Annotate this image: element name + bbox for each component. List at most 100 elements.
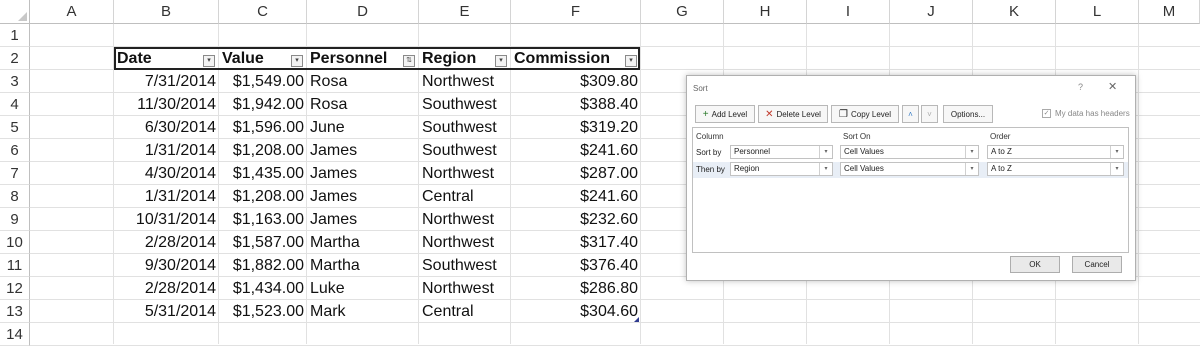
column-header-e[interactable]: E [419,0,511,24]
cell-date[interactable]: 5/31/2014 [114,300,219,323]
column-header-i[interactable]: I [807,0,890,24]
cell-date[interactable]: 7/31/2014 [114,70,219,93]
filter-dropdown-icon[interactable]: ▾ [625,55,637,67]
row-header-4[interactable]: 4 [0,93,30,116]
cell-commission[interactable]: $286.80 [511,277,641,300]
cell-commission[interactable]: $241.60 [511,139,641,162]
column-header-h[interactable]: H [724,0,807,24]
column-header-l[interactable]: L [1056,0,1139,24]
cell-value[interactable]: $1,596.00 [219,116,307,139]
cell-value[interactable]: $1,208.00 [219,185,307,208]
column-header-d[interactable]: D [307,0,419,24]
row-header-2[interactable]: 2 [0,47,30,70]
cell-date[interactable]: 6/30/2014 [114,116,219,139]
column-header-a[interactable]: A [30,0,114,24]
order-select[interactable]: A to Z ▾ [987,162,1124,176]
filter-dropdown-icon[interactable]: ▾ [291,55,303,67]
row-header-3[interactable]: 3 [0,70,30,93]
table-header-commission[interactable]: Commission [511,47,641,70]
cell-value[interactable]: $1,587.00 [219,231,307,254]
options-button[interactable]: Options... [943,105,993,123]
cell-commission[interactable]: $309.80 [511,70,641,93]
cell-commission[interactable]: $376.40 [511,254,641,277]
row-header-12[interactable]: 12 [0,277,30,300]
filter-dropdown-icon[interactable]: ▾ [203,55,215,67]
cell-commission[interactable]: $304.60 [511,300,641,323]
column-header-b[interactable]: B [114,0,219,24]
cell-region[interactable]: Southwest [419,93,511,116]
row-header-14[interactable]: 14 [0,323,30,346]
cell-date[interactable]: 2/28/2014 [114,231,219,254]
order-select[interactable]: A to Z ▾ [987,145,1124,159]
cell-personnel[interactable]: Rosa [307,70,419,93]
headers-checkbox[interactable]: ✓ [1042,109,1051,118]
cell-region[interactable]: Northwest [419,208,511,231]
cell-region[interactable]: Central [419,185,511,208]
close-icon[interactable]: ✕ [1108,80,1117,93]
cell-personnel[interactable]: Mark [307,300,419,323]
row-header-7[interactable]: 7 [0,162,30,185]
table-resize-handle[interactable] [634,317,639,322]
row-header-13[interactable]: 13 [0,300,30,323]
cell-commission[interactable]: $319.20 [511,116,641,139]
column-select[interactable]: Personnel ▾ [730,145,833,159]
move-down-button[interactable]: ˅ [921,105,938,123]
cell-value[interactable]: $1,163.00 [219,208,307,231]
column-header-m[interactable]: M [1139,0,1200,24]
cell-region[interactable]: Northwest [419,70,511,93]
cell-region[interactable]: Northwest [419,277,511,300]
cell-date[interactable]: 9/30/2014 [114,254,219,277]
move-up-button[interactable]: ˄ [902,105,919,123]
cell-date[interactable]: 2/28/2014 [114,277,219,300]
cell-value[interactable]: $1,435.00 [219,162,307,185]
row-header-11[interactable]: 11 [0,254,30,277]
cell-personnel[interactable]: June [307,116,419,139]
row-header-8[interactable]: 8 [0,185,30,208]
cell-personnel[interactable]: James [307,162,419,185]
cell-personnel[interactable]: James [307,208,419,231]
cell-personnel[interactable]: Martha [307,254,419,277]
ok-button[interactable]: OK [1010,256,1060,273]
cell-personnel[interactable]: James [307,185,419,208]
column-select[interactable]: Region ▾ [730,162,833,176]
cancel-button[interactable]: Cancel [1072,256,1122,273]
cell-date[interactable]: 4/30/2014 [114,162,219,185]
cell-date[interactable]: 11/30/2014 [114,93,219,116]
copy-level-button[interactable]: ❐ Copy Level [831,105,899,123]
column-header-k[interactable]: K [973,0,1056,24]
cell-value[interactable]: $1,549.00 [219,70,307,93]
cell-region[interactable]: Southwest [419,254,511,277]
row-header-10[interactable]: 10 [0,231,30,254]
select-all-corner[interactable] [0,0,30,24]
cell-personnel[interactable]: James [307,139,419,162]
row-header-1[interactable]: 1 [0,24,30,47]
cell-region[interactable]: Southwest [419,139,511,162]
cell-personnel[interactable]: Martha [307,231,419,254]
help-icon[interactable]: ? [1078,82,1083,92]
cell-region[interactable]: Central [419,300,511,323]
cell-date[interactable]: 10/31/2014 [114,208,219,231]
cell-commission[interactable]: $232.60 [511,208,641,231]
column-header-g[interactable]: G [641,0,724,24]
row-header-6[interactable]: 6 [0,139,30,162]
sort-on-select[interactable]: Cell Values ▾ [840,145,979,159]
cell-personnel[interactable]: Rosa [307,93,419,116]
column-header-f[interactable]: F [511,0,641,24]
cell-commission[interactable]: $388.40 [511,93,641,116]
column-header-j[interactable]: J [890,0,973,24]
filter-dropdown-icon[interactable]: ▾ [495,55,507,67]
cell-region[interactable]: Northwest [419,162,511,185]
cell-commission[interactable]: $241.60 [511,185,641,208]
add-level-button[interactable]: + Add Level [695,105,755,123]
cell-value[interactable]: $1,523.00 [219,300,307,323]
cell-date[interactable]: 1/31/2014 [114,185,219,208]
cell-value[interactable]: $1,942.00 [219,93,307,116]
row-header-9[interactable]: 9 [0,208,30,231]
cell-region[interactable]: Northwest [419,231,511,254]
cell-value[interactable]: $1,882.00 [219,254,307,277]
sort-level-row[interactable]: Sort by Personnel ▾ Cell Values ▾ A to Z… [693,145,1128,161]
cell-value[interactable]: $1,434.00 [219,277,307,300]
cell-commission[interactable]: $287.00 [511,162,641,185]
sorted-filter-icon[interactable]: ⇅ [403,55,415,67]
row-header-5[interactable]: 5 [0,116,30,139]
